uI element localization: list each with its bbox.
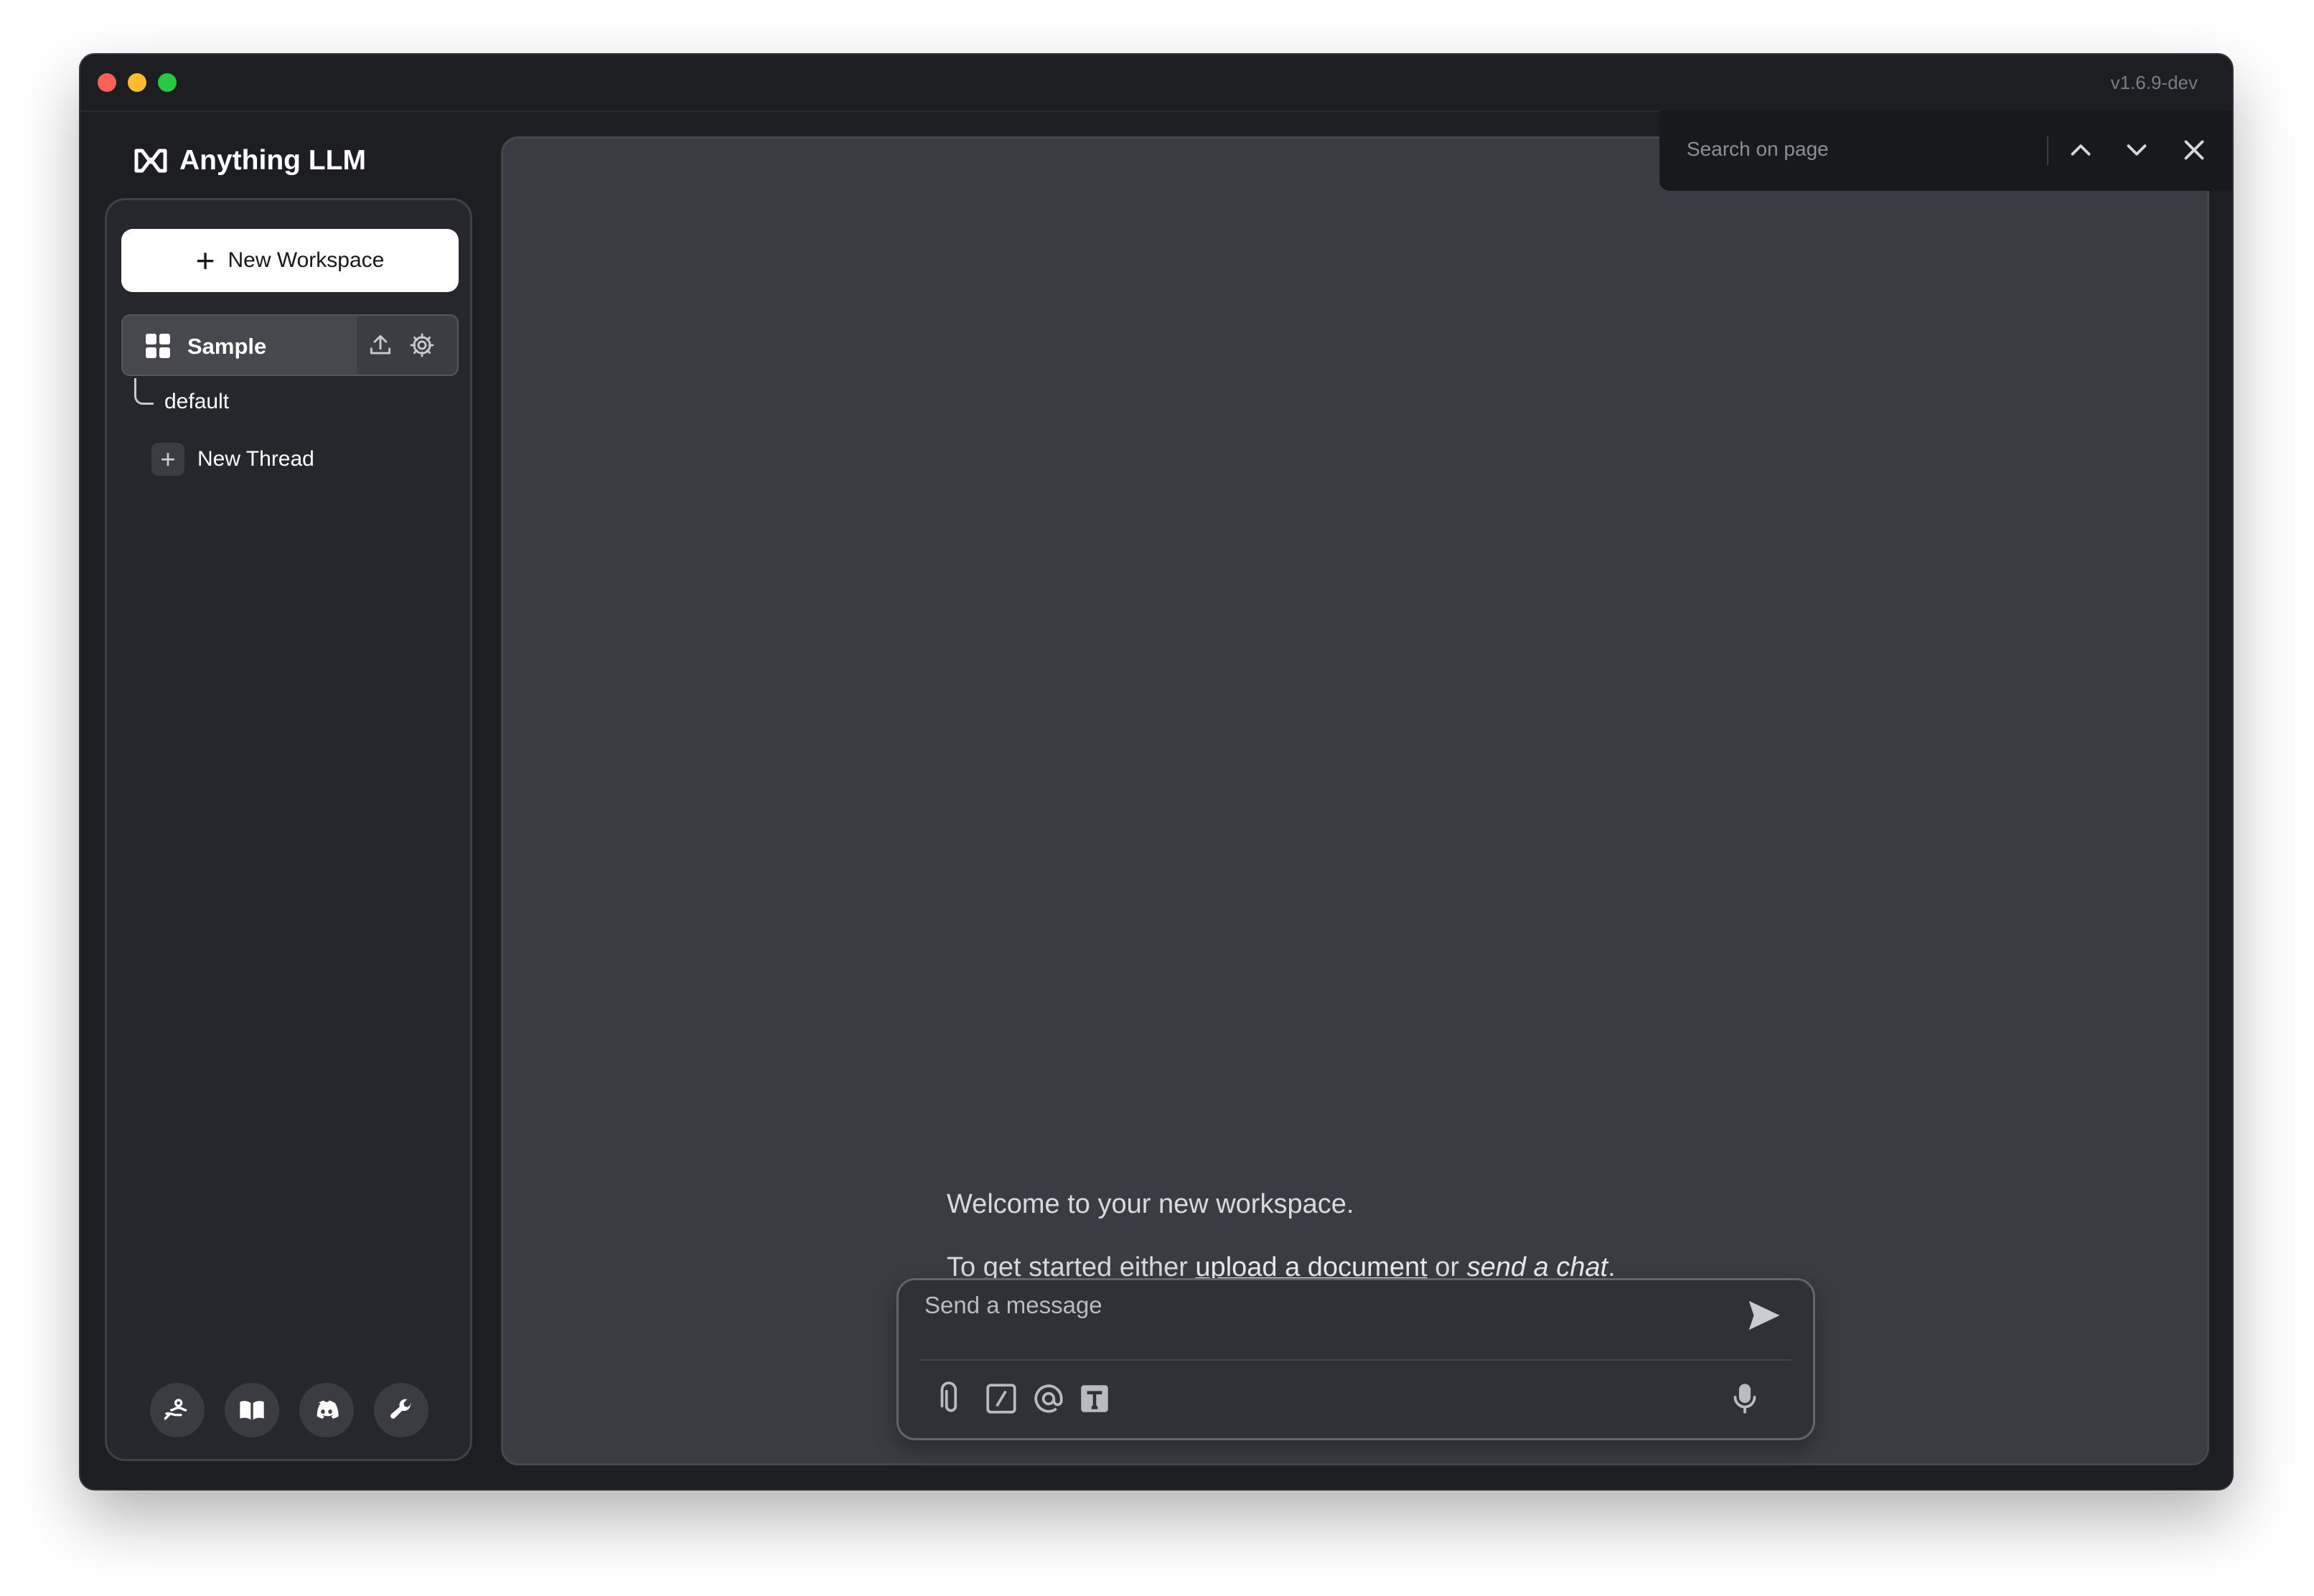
anything-llm-logo-icon xyxy=(134,149,167,173)
new-thread-label: New Thread xyxy=(197,447,314,471)
microphone-icon[interactable] xyxy=(1727,1381,1763,1417)
thread-item-default[interactable]: default xyxy=(164,390,229,414)
workspace-name: Sample xyxy=(187,334,267,359)
composer-divider xyxy=(920,1359,1791,1361)
maximize-window-button[interactable] xyxy=(158,73,177,92)
minimize-window-button[interactable] xyxy=(128,73,146,92)
docs-button[interactable] xyxy=(225,1383,279,1437)
new-workspace-label: New Workspace xyxy=(228,248,385,272)
docs-book-icon xyxy=(240,1401,264,1420)
new-thread-button[interactable]: + New Thread xyxy=(151,441,314,477)
gear-icon[interactable] xyxy=(408,332,436,359)
chat-area: Welcome to your new workspace. To get st… xyxy=(501,136,2209,1465)
chevron-down-icon[interactable] xyxy=(2120,133,2153,166)
sidebar: + New Workspace Sample default + New Thr… xyxy=(105,198,472,1461)
close-icon[interactable] xyxy=(2178,133,2211,166)
app-version: v1.6.9-dev xyxy=(2110,72,2198,93)
community-hub-icon xyxy=(164,1399,187,1420)
plus-icon: + xyxy=(151,443,184,476)
search-on-page-bar: Search on page xyxy=(1659,111,2232,191)
send-icon[interactable] xyxy=(1744,1296,1783,1335)
workspace-grid-icon xyxy=(146,334,170,358)
search-on-page-input[interactable]: Search on page xyxy=(1687,138,1829,161)
search-divider xyxy=(2047,136,2048,165)
workspace-item-sample[interactable]: Sample xyxy=(121,314,459,376)
workspace-actions xyxy=(357,316,457,375)
community-hub-button[interactable] xyxy=(150,1383,205,1437)
title-bar: v1.6.9-dev xyxy=(80,55,2232,112)
new-workspace-button[interactable]: + New Workspace xyxy=(121,229,459,292)
welcome-heading: Welcome to your new workspace. xyxy=(947,1189,1354,1219)
slash-command-icon[interactable] xyxy=(983,1381,1019,1417)
plus-icon: + xyxy=(195,242,215,279)
settings-wrench-icon xyxy=(390,1399,412,1419)
upload-icon[interactable] xyxy=(367,332,394,359)
discord-button[interactable] xyxy=(299,1383,354,1437)
settings-button[interactable] xyxy=(374,1383,428,1437)
mention-icon[interactable] xyxy=(1031,1381,1067,1417)
app-window: v1.6.9-dev Anything LLM + New Workspace … xyxy=(80,55,2232,1489)
text-format-icon[interactable] xyxy=(1077,1381,1112,1417)
discord-icon xyxy=(317,1400,339,1419)
attach-icon[interactable] xyxy=(933,1381,969,1417)
thread-connector xyxy=(134,378,154,405)
message-composer: Send a message xyxy=(896,1278,1815,1440)
close-window-button[interactable] xyxy=(98,73,116,92)
message-input[interactable]: Send a message xyxy=(924,1292,1102,1319)
brand-name: Anything LLM xyxy=(179,145,366,176)
chevron-up-icon[interactable] xyxy=(2064,133,2097,166)
brand-logo: Anything LLM xyxy=(134,139,366,182)
